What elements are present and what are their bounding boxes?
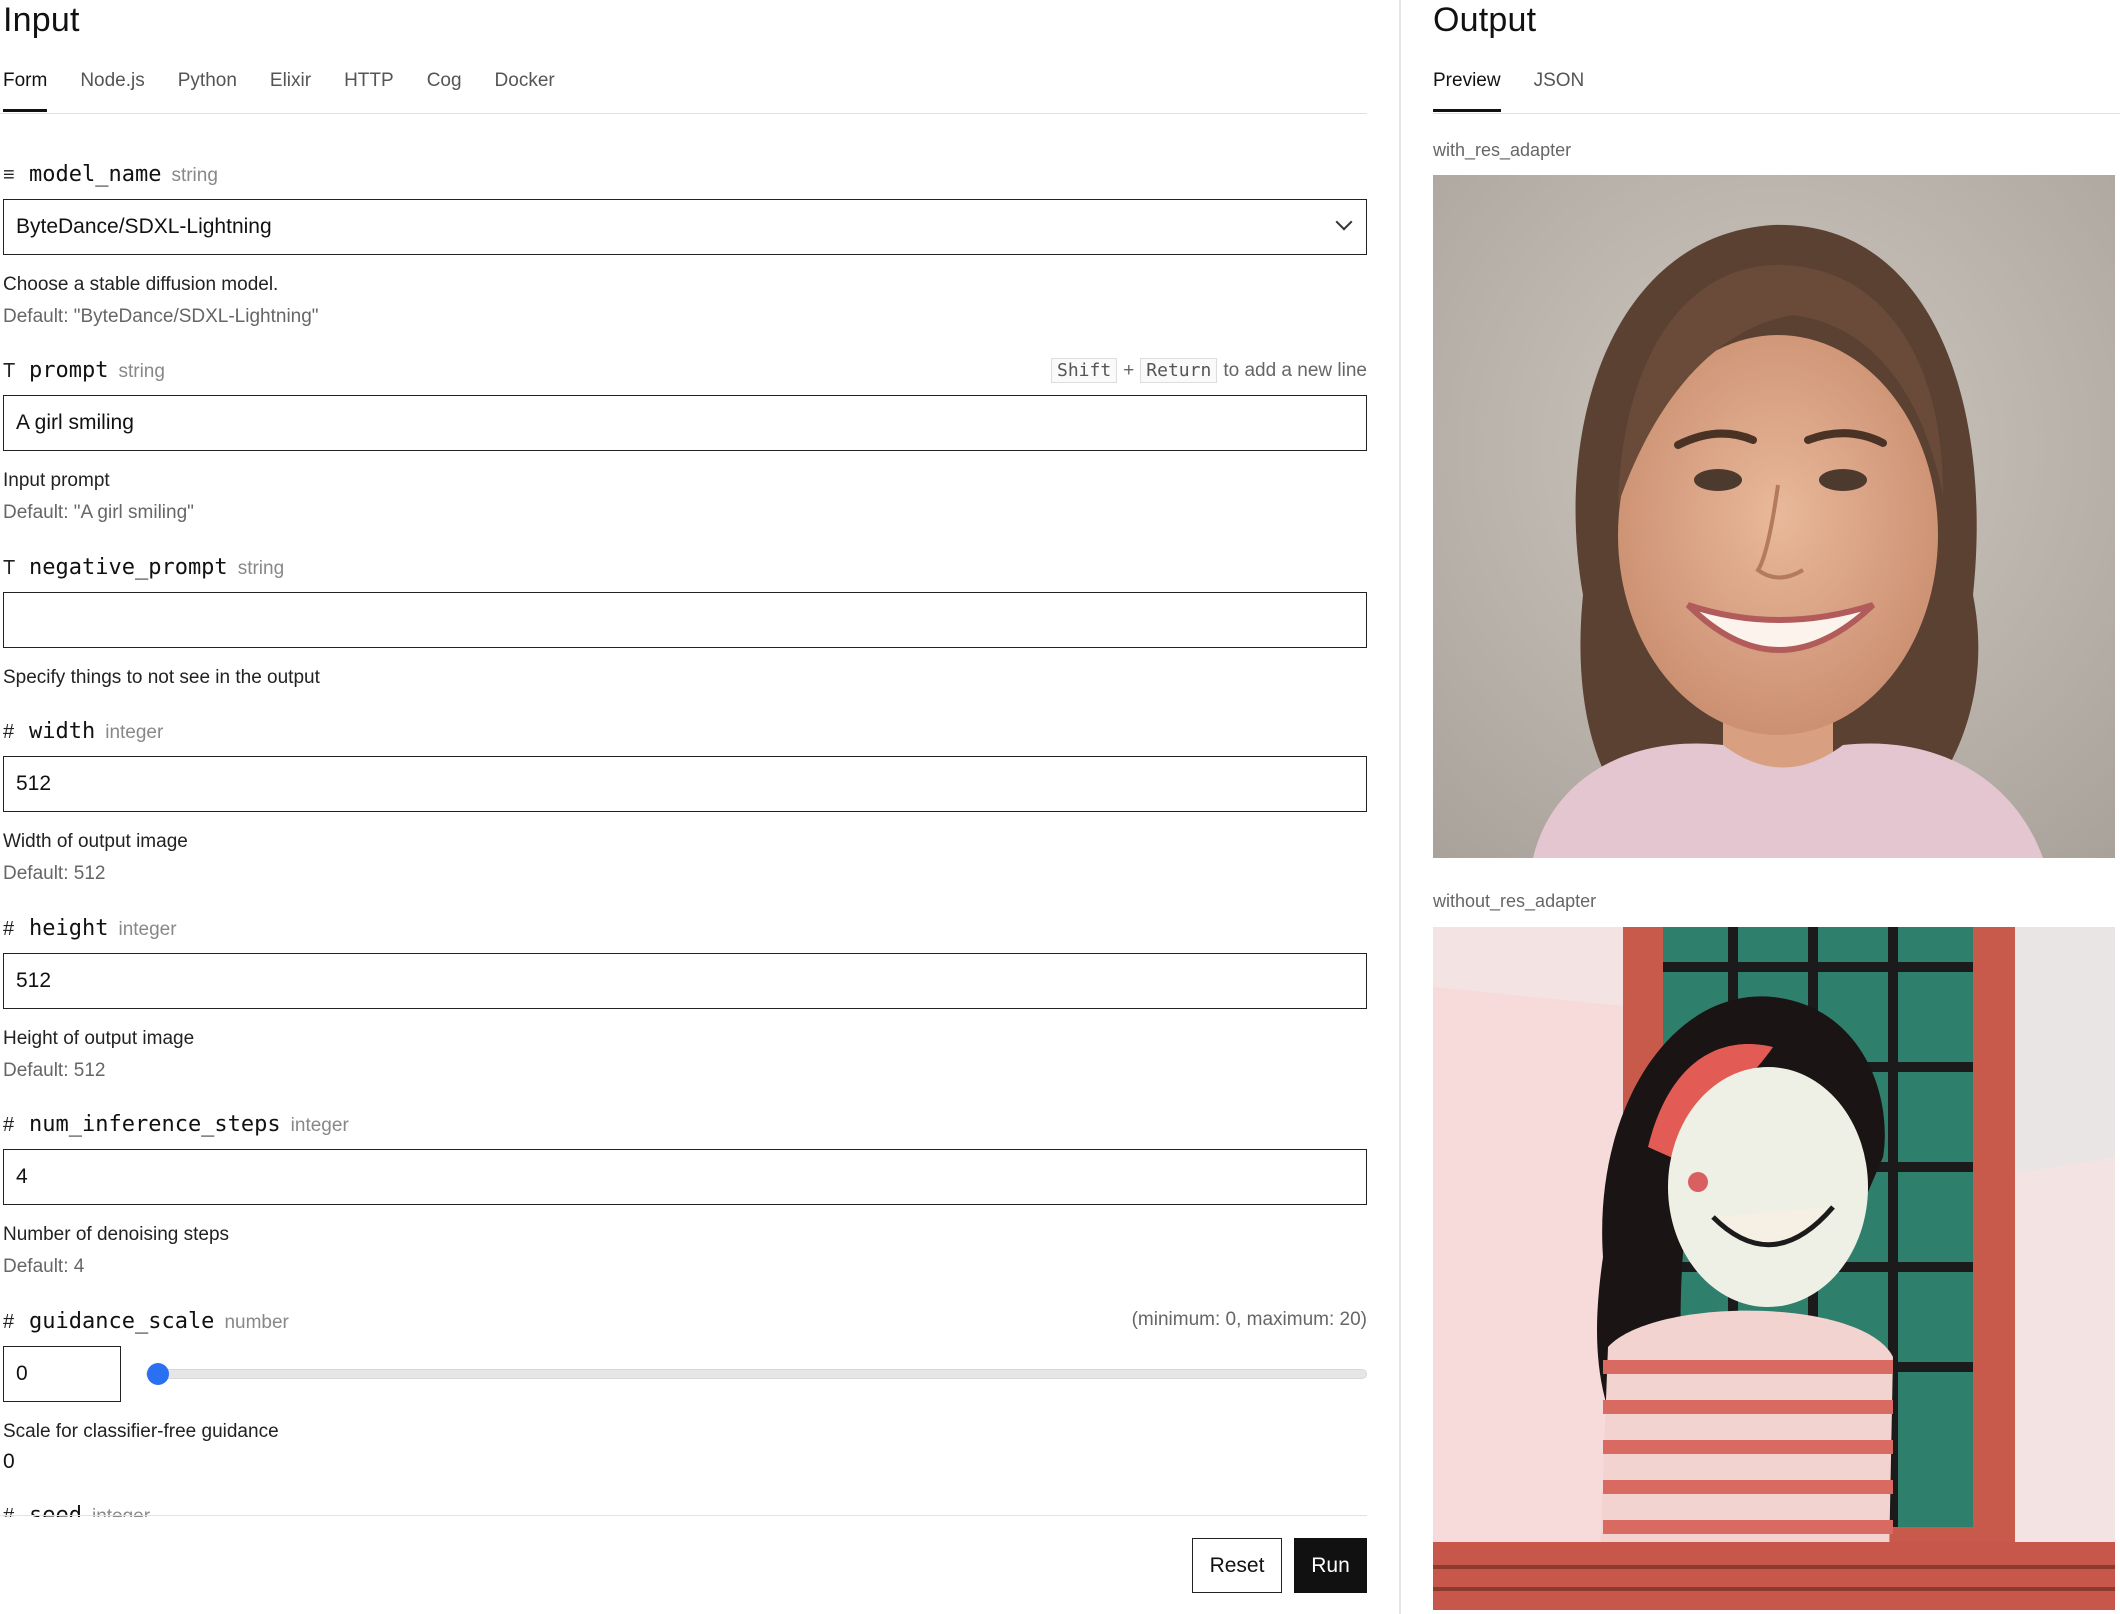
shift-key: Shift: [1051, 358, 1118, 383]
input-value: 4: [16, 1165, 28, 1188]
prompt-input[interactable]: A girl smiling: [3, 395, 1367, 451]
tab-json[interactable]: JSON: [1534, 70, 1585, 112]
hash-icon: #: [3, 918, 15, 940]
tab-form[interactable]: Form: [3, 70, 48, 112]
field-negative-prompt: T negative_prompt string Specify things …: [3, 555, 1367, 689]
newline-hint: Shift + Return to add a new line: [1051, 358, 1367, 383]
field-height: # height integer 512 Height of output im…: [3, 916, 1367, 1082]
hash-icon: #: [3, 1311, 15, 1333]
field-num-inference-steps: # num_inference_steps integer 4 Number o…: [3, 1112, 1367, 1278]
input-value: 512: [16, 969, 52, 992]
width-input[interactable]: 512: [3, 756, 1367, 812]
input-tabs: Form Node.js Python Elixir HTTP Cog Dock…: [3, 70, 555, 112]
field-description: Number of denoising steps: [3, 1224, 230, 1245]
field-name: num_inference_steps: [29, 1112, 281, 1137]
field-name: guidance_scale: [29, 1309, 215, 1334]
hash-icon: #: [3, 721, 15, 743]
field-default: Default: "A girl smiling": [3, 502, 194, 523]
input-value: 0: [16, 1362, 28, 1385]
tab-http[interactable]: HTTP: [344, 70, 394, 112]
num-inference-steps-input[interactable]: 4: [3, 1149, 1367, 1205]
output-tabs: Preview JSON: [1433, 70, 1584, 112]
field-prompt: T prompt string Shift + Return to add a …: [3, 358, 1367, 524]
tab-cog[interactable]: Cog: [427, 70, 462, 112]
tab-preview[interactable]: Preview: [1433, 70, 1501, 112]
field-type: string: [171, 165, 218, 186]
field-width: # width integer 512 Width of output imag…: [3, 719, 1367, 885]
input-panel: Input Form Node.js Python Elixir HTTP Co…: [0, 0, 1400, 1614]
output-label-without-res-adapter: without_res_adapter: [1433, 891, 1597, 911]
guidance-scale-slider[interactable]: [146, 1363, 1367, 1385]
tab-nodejs[interactable]: Node.js: [80, 70, 144, 112]
slider-thumb[interactable]: [147, 1363, 169, 1385]
hint-text: to add a new line: [1223, 359, 1367, 381]
field-name: prompt: [29, 358, 109, 383]
field-description: Width of output image: [3, 831, 188, 852]
field-name: model_name: [29, 162, 162, 187]
negative-prompt-input[interactable]: [3, 592, 1367, 648]
guidance-scale-control: 0: [3, 1346, 1367, 1402]
hint-plus: +: [1123, 359, 1135, 381]
field-default: Default: "ByteDance/SDXL-Lightning": [3, 306, 319, 327]
chevron-down-icon: [1335, 213, 1353, 231]
field-guidance-scale: # guidance_scale number (minimum: 0, max…: [3, 1309, 1367, 1473]
output-panel: Output Preview JSON with_res_adapter wit…: [1401, 0, 2120, 1614]
list-icon: ≡: [3, 164, 15, 186]
field-default: Default: 4: [3, 1256, 85, 1277]
field-default: Default: 512: [3, 1060, 106, 1081]
output-tabs-divider: [1433, 113, 2120, 114]
select-value: ByteDance/SDXL-Lightning: [16, 215, 272, 238]
field-current-value: 0: [3, 1450, 15, 1473]
field-description: Height of output image: [3, 1028, 195, 1049]
input-value: 512: [16, 772, 52, 795]
stylized-image: [1433, 927, 2115, 1610]
model-name-select[interactable]: ByteDance/SDXL-Lightning: [3, 199, 1367, 255]
input-title: Input: [3, 1, 80, 39]
text-icon: T: [3, 557, 16, 579]
portrait-image: [1433, 175, 2115, 858]
field-type: integer: [105, 722, 164, 743]
field-default: Default: 512: [3, 863, 106, 884]
guidance-scale-input[interactable]: 0: [3, 1346, 121, 1402]
reset-button[interactable]: Reset: [1192, 1538, 1282, 1593]
tab-python[interactable]: Python: [178, 70, 237, 112]
output-image-without-res-adapter[interactable]: [1433, 927, 2115, 1610]
output-title: Output: [1433, 1, 1537, 39]
field-name: width: [29, 719, 96, 744]
field-name: negative_prompt: [29, 555, 228, 580]
field-name: height: [29, 916, 109, 941]
field-type: number: [224, 1312, 289, 1333]
run-button[interactable]: Run: [1294, 1538, 1367, 1593]
height-input[interactable]: 512: [3, 953, 1367, 1009]
footer-divider: [0, 1515, 1367, 1516]
output-image-with-res-adapter[interactable]: [1433, 175, 2115, 858]
text-icon: T: [3, 360, 16, 382]
field-type: string: [237, 558, 285, 579]
field-type: integer: [290, 1115, 349, 1136]
field-type: integer: [118, 919, 177, 940]
hash-icon: #: [3, 1114, 15, 1136]
tabs-divider: [0, 113, 1367, 114]
input-value: A girl smiling: [16, 411, 134, 434]
field-description: Specify things to not see in the output: [3, 667, 320, 688]
tab-docker[interactable]: Docker: [495, 70, 555, 112]
field-model-name: ≡ model_name string ByteDance/SDXL-Light…: [3, 162, 1367, 328]
field-description: Scale for classifier-free guidance: [3, 1421, 279, 1442]
return-key: Return: [1140, 358, 1218, 383]
field-description: Input prompt: [3, 470, 110, 491]
tab-elixir[interactable]: Elixir: [270, 70, 311, 112]
field-description: Choose a stable diffusion model.: [3, 274, 279, 295]
output-label-with-res-adapter: with_res_adapter: [1433, 140, 1572, 160]
range-hint: (minimum: 0, maximum: 20): [1131, 1309, 1367, 1330]
field-type: string: [118, 361, 165, 382]
